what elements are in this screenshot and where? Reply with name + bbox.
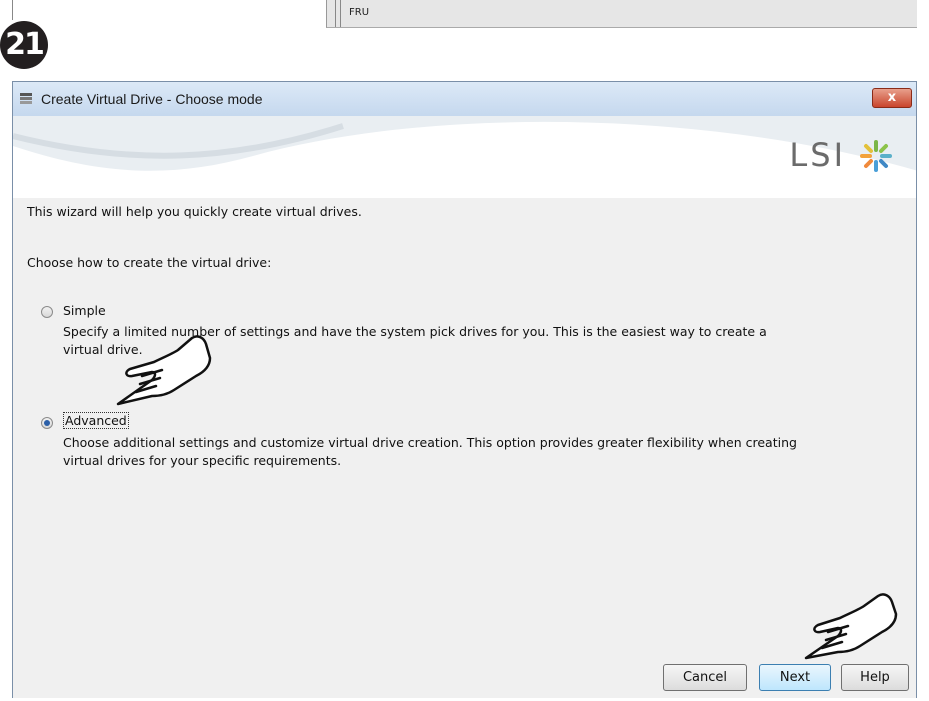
simple-radio[interactable] (41, 306, 53, 318)
advanced-description-line-1: Choose additional settings and customize… (63, 435, 797, 450)
window-title: Create Virtual Drive - Choose mode (41, 91, 263, 107)
close-button[interactable]: x (872, 88, 912, 108)
banner-swoosh (13, 116, 916, 171)
next-button[interactable]: Next (759, 664, 831, 691)
lsi-logo: LSI (789, 136, 846, 174)
simple-label[interactable]: Simple (63, 303, 106, 318)
intro-text: This wizard will help you quickly create… (27, 204, 362, 219)
cancel-button[interactable]: Cancel (663, 664, 747, 691)
advanced-description-line-2: virtual drives for your specific require… (63, 453, 342, 468)
title-bar[interactable]: Create Virtual Drive - Choose mode x (13, 82, 916, 117)
header-banner: LSI (13, 116, 916, 198)
help-button[interactable]: Help (841, 664, 909, 691)
advanced-label[interactable]: Advanced (63, 412, 129, 429)
fragment-text: FRU (349, 7, 370, 18)
pointing-hand-icon (804, 593, 898, 660)
app-icon (20, 93, 32, 104)
close-icon: x (887, 90, 897, 105)
pointing-hand-icon (116, 335, 212, 406)
fragment-scrollbar (335, 0, 341, 27)
advanced-radio[interactable] (41, 417, 53, 429)
previous-step-border (12, 0, 13, 20)
lsi-star-icon (860, 140, 892, 172)
question-text: Choose how to create the virtual drive: (27, 255, 272, 270)
dialog-content: This wizard will help you quickly create… (13, 198, 916, 698)
previous-step-fragment: FRU (326, 0, 917, 28)
step-number-badge: 21 (0, 21, 48, 69)
